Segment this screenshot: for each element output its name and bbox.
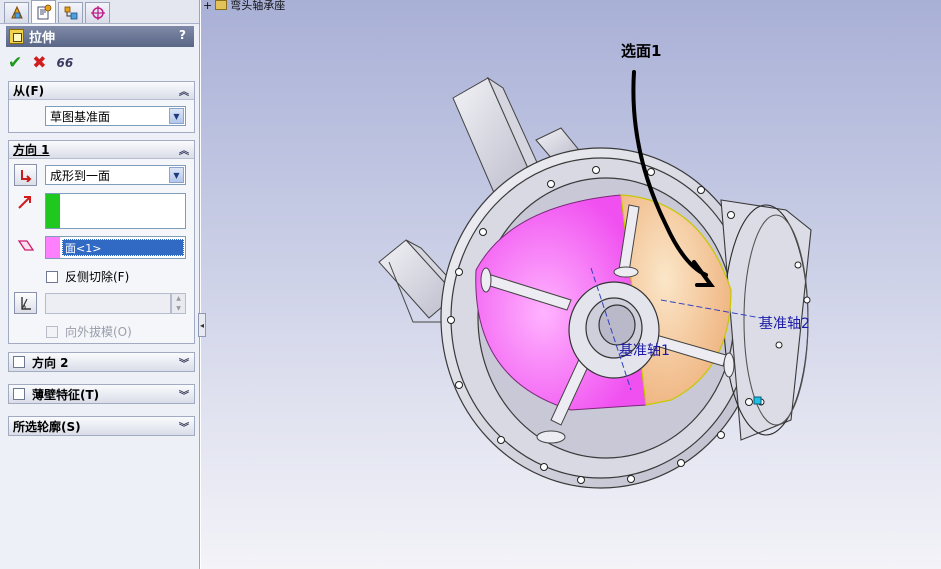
direction2-group[interactable]: 方向 2 ︾	[8, 352, 195, 372]
ok-icon[interactable]: ✔	[8, 54, 22, 72]
extrude-icon	[9, 29, 24, 44]
axis-endpoint-marker[interactable]	[753, 396, 762, 405]
direction1-group: 方向 1 ︽ 成形到一面 ▼ 面<1> 反侧切除(F) ▲ ▼ 向外拔模(O)	[8, 140, 195, 344]
thin-feature-header[interactable]: 薄壁特征(T) ︾	[9, 385, 194, 403]
help-button[interactable]: ?	[179, 28, 186, 42]
configuration-manager-icon	[64, 6, 77, 20]
chevron-down-icon[interactable]: ︾	[179, 355, 189, 370]
direction2-title: 方向 2	[32, 355, 69, 370]
direction1-header[interactable]: 方向 1 ︽	[9, 141, 194, 159]
end-condition-value: 成形到一面	[50, 168, 111, 183]
chevron-up-icon[interactable]: ︽	[179, 83, 189, 98]
dimxpert-icon	[90, 6, 105, 20]
from-group-title: 从(F)	[13, 84, 45, 98]
action-buttons: ✔ ✖ 66	[8, 53, 73, 73]
axis2-label[interactable]: 基准轴2	[759, 315, 810, 332]
chevron-down-icon[interactable]: ▼	[169, 108, 184, 124]
configuration-manager-tab[interactable]	[58, 2, 83, 23]
flip-side-cut-option[interactable]: 反侧切除(F)	[46, 268, 129, 285]
thin-feature-title: 薄壁特征(T)	[32, 387, 100, 402]
thin-feature-checkbox[interactable]	[13, 388, 25, 400]
property-manager-panel: 拉伸 ? ✔ ✖ 66 从(F) ︽ 草图基准面 ▼ 方向 1 ︽ 成形到一面 …	[0, 0, 200, 569]
selected-contours-header[interactable]: 所选轮廓(S) ︾	[9, 417, 194, 435]
direction2-header[interactable]: 方向 2 ︾	[9, 353, 194, 371]
draft-angle-input[interactable]	[45, 293, 171, 314]
face-select-icon	[17, 240, 35, 251]
face-selection-list[interactable]: 面<1>	[45, 236, 186, 259]
direction-reference-field[interactable]	[45, 193, 186, 229]
selected-contours-group[interactable]: 所选轮廓(S) ︾	[8, 416, 195, 436]
detail-preview-icon[interactable]: 66	[57, 55, 74, 72]
selected-contours-title: 所选轮廓(S)	[13, 419, 81, 434]
feature-title: 拉伸	[29, 31, 56, 46]
feature-manager-icon	[10, 5, 23, 19]
chevron-up-icon[interactable]: ︽	[179, 142, 189, 157]
chevron-down-icon[interactable]: ︾	[179, 419, 189, 434]
axis1-label[interactable]: 基准轴1	[619, 342, 670, 359]
selected-face-item[interactable]: 面<1>	[62, 239, 184, 256]
feature-manager-tab[interactable]	[4, 2, 29, 23]
direction-color-swatch	[46, 194, 60, 228]
reverse-direction-button[interactable]	[14, 164, 37, 186]
feature-title-bar: 拉伸 ?	[6, 26, 194, 47]
draft-outward-option: 向外拔模(O)	[46, 323, 132, 340]
property-manager-icon	[37, 4, 51, 20]
draft-icon	[20, 297, 31, 310]
from-group-header[interactable]: 从(F) ︽	[9, 82, 194, 100]
direction2-checkbox[interactable]	[13, 356, 25, 368]
flip-side-cut-checkbox[interactable]	[46, 270, 58, 283]
property-manager-tab[interactable]	[31, 0, 56, 23]
face-color-swatch	[46, 237, 60, 258]
end-condition-select[interactable]: 成形到一面 ▼	[45, 165, 186, 185]
direction-arrow-icon	[18, 196, 31, 209]
model-view[interactable]: 选面1 基准轴1 基准轴2	[201, 0, 941, 569]
start-condition-select[interactable]: 草图基准面 ▼	[45, 106, 186, 126]
direction1-title: 方向 1	[13, 143, 50, 157]
draft-outward-checkbox	[46, 325, 58, 338]
reverse-direction-icon	[20, 170, 31, 182]
dimxpert-tab[interactable]	[85, 2, 110, 23]
manager-tabbar	[0, 0, 199, 24]
center-hub[interactable]	[568, 281, 660, 379]
annotation-label: 选面1	[621, 42, 661, 60]
chevron-down-icon[interactable]: ︾	[179, 387, 189, 402]
draft-toggle-button[interactable]	[14, 292, 37, 314]
flip-side-cut-label: 反侧切除(F)	[65, 270, 130, 284]
from-group: 从(F) ︽ 草图基准面 ▼	[8, 81, 195, 133]
panel-collapse-handle[interactable]: ◂	[198, 313, 206, 337]
graphics-area[interactable]: + 弯头轴承座 选面1 基准轴1 基准轴2	[201, 0, 941, 569]
draft-angle-spinner[interactable]: ▲ ▼	[171, 293, 186, 314]
thin-feature-group[interactable]: 薄壁特征(T) ︾	[8, 384, 195, 404]
draft-outward-label: 向外拔模(O)	[65, 325, 132, 339]
chevron-down-icon[interactable]: ▼	[169, 167, 184, 183]
cancel-icon[interactable]: ✖	[32, 54, 46, 72]
start-condition-value: 草图基准面	[50, 109, 111, 124]
